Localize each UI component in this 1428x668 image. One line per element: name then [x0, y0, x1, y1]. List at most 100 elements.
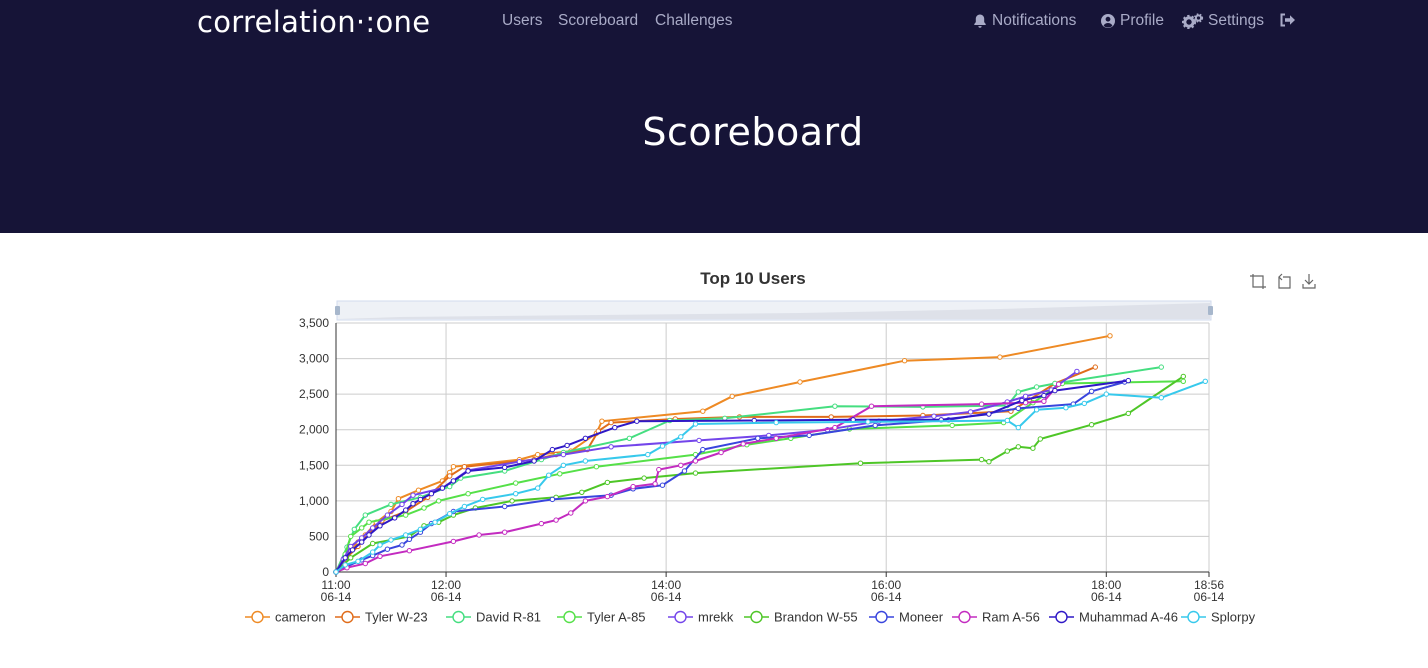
- data-point[interactable]: [1088, 388, 1095, 395]
- data-point[interactable]: [415, 487, 422, 493]
- data-point[interactable]: [656, 466, 662, 473]
- data-point[interactable]: [560, 451, 567, 458]
- data-point[interactable]: [1063, 405, 1069, 411]
- data-point[interactable]: [593, 464, 600, 470]
- data-point[interactable]: [377, 553, 383, 559]
- data-point[interactable]: [612, 424, 618, 431]
- slider-handle-right[interactable]: [1208, 306, 1213, 315]
- data-point[interactable]: [1158, 364, 1165, 370]
- brand-logo[interactable]: correlation·:one: [197, 5, 430, 39]
- data-point[interactable]: [1125, 377, 1132, 384]
- data-point[interactable]: [1125, 410, 1132, 417]
- data-point[interactable]: [436, 498, 442, 504]
- zoom-icon[interactable]: [1250, 274, 1266, 289]
- data-point[interactable]: [729, 393, 735, 400]
- data-point[interactable]: [1030, 445, 1036, 451]
- data-point[interactable]: [549, 496, 556, 503]
- data-point[interactable]: [1004, 417, 1010, 424]
- data-point[interactable]: [410, 492, 416, 498]
- data-point[interactable]: [797, 379, 803, 385]
- data-point[interactable]: [513, 491, 519, 497]
- data-point[interactable]: [502, 503, 508, 510]
- data-point[interactable]: [599, 418, 605, 424]
- data-point[interactable]: [465, 468, 471, 474]
- data-point[interactable]: [579, 489, 585, 495]
- data-point[interactable]: [1015, 424, 1021, 431]
- data-point[interactable]: [509, 498, 515, 504]
- data-point[interactable]: [755, 435, 761, 442]
- data-point[interactable]: [403, 512, 409, 518]
- legend-item[interactable]: David R-81: [446, 610, 541, 625]
- data-point[interactable]: [1088, 422, 1095, 428]
- data-point[interactable]: [388, 501, 394, 508]
- data-point[interactable]: [700, 446, 706, 453]
- data-point[interactable]: [450, 538, 457, 545]
- logout-button[interactable]: [1279, 12, 1300, 28]
- data-point[interactable]: [439, 485, 446, 491]
- data-point[interactable]: [1033, 384, 1040, 390]
- data-point[interactable]: [832, 403, 838, 409]
- legend-item[interactable]: mrekk: [668, 610, 734, 625]
- data-point[interactable]: [447, 473, 453, 479]
- data-point[interactable]: [773, 419, 779, 426]
- nav-link-challenges[interactable]: Challenges: [655, 12, 733, 30]
- data-point[interactable]: [949, 422, 955, 429]
- data-point[interactable]: [377, 542, 383, 548]
- data-point[interactable]: [535, 451, 541, 458]
- data-point[interactable]: [403, 507, 409, 513]
- data-point[interactable]: [1015, 389, 1021, 395]
- data-point[interactable]: [502, 464, 508, 471]
- data-point[interactable]: [604, 479, 611, 486]
- data-point[interactable]: [410, 501, 416, 507]
- data-point[interactable]: [641, 475, 647, 481]
- data-point[interactable]: [1015, 444, 1021, 450]
- data-point[interactable]: [1103, 391, 1110, 397]
- data-point[interactable]: [349, 547, 356, 553]
- legend-item[interactable]: Moneer: [869, 610, 944, 625]
- data-point[interactable]: [868, 403, 875, 409]
- data-point[interactable]: [582, 435, 589, 442]
- data-point[interactable]: [560, 462, 567, 469]
- data-point[interactable]: [399, 542, 405, 548]
- legend-item[interactable]: Tyler A-85: [557, 610, 646, 625]
- data-point[interactable]: [582, 458, 589, 464]
- data-point[interactable]: [406, 548, 413, 554]
- data-point[interactable]: [692, 458, 699, 464]
- data-point[interactable]: [557, 471, 563, 477]
- data-point[interactable]: [1074, 368, 1080, 375]
- data-point[interactable]: [967, 409, 974, 415]
- data-point[interactable]: [384, 546, 391, 552]
- legend-item[interactable]: Brandon W-55: [744, 610, 858, 625]
- data-point[interactable]: [678, 462, 684, 469]
- data-point[interactable]: [865, 419, 871, 425]
- data-point[interactable]: [1041, 392, 1047, 399]
- data-point[interactable]: [1015, 405, 1021, 412]
- data-point[interactable]: [1202, 378, 1209, 385]
- data-point[interactable]: [342, 562, 348, 568]
- data-point[interactable]: [362, 560, 368, 567]
- data-point[interactable]: [608, 444, 614, 450]
- settings-link[interactable]: Settings: [1182, 12, 1264, 30]
- data-point[interactable]: [659, 482, 666, 488]
- data-point[interactable]: [659, 443, 666, 449]
- data-point[interactable]: [549, 446, 556, 453]
- data-point[interactable]: [1037, 436, 1044, 442]
- data-point[interactable]: [1033, 407, 1040, 413]
- data-point[interactable]: [806, 432, 812, 439]
- data-point[interactable]: [417, 526, 424, 532]
- data-point[interactable]: [355, 558, 361, 564]
- data-point[interactable]: [681, 468, 688, 474]
- notifications-link[interactable]: Notifications: [972, 12, 1076, 30]
- data-point[interactable]: [392, 515, 398, 521]
- data-point[interactable]: [1004, 448, 1010, 454]
- data-point[interactable]: [692, 470, 699, 476]
- legend-item[interactable]: Ram A-56: [952, 610, 1040, 625]
- data-point[interactable]: [692, 421, 699, 427]
- data-point[interactable]: [348, 555, 354, 561]
- data-point[interactable]: [986, 411, 992, 417]
- data-point[interactable]: [696, 437, 702, 444]
- data-point[interactable]: [997, 354, 1003, 360]
- data-point[interactable]: [828, 414, 834, 420]
- data-point[interactable]: [604, 493, 611, 500]
- data-point[interactable]: [931, 413, 937, 419]
